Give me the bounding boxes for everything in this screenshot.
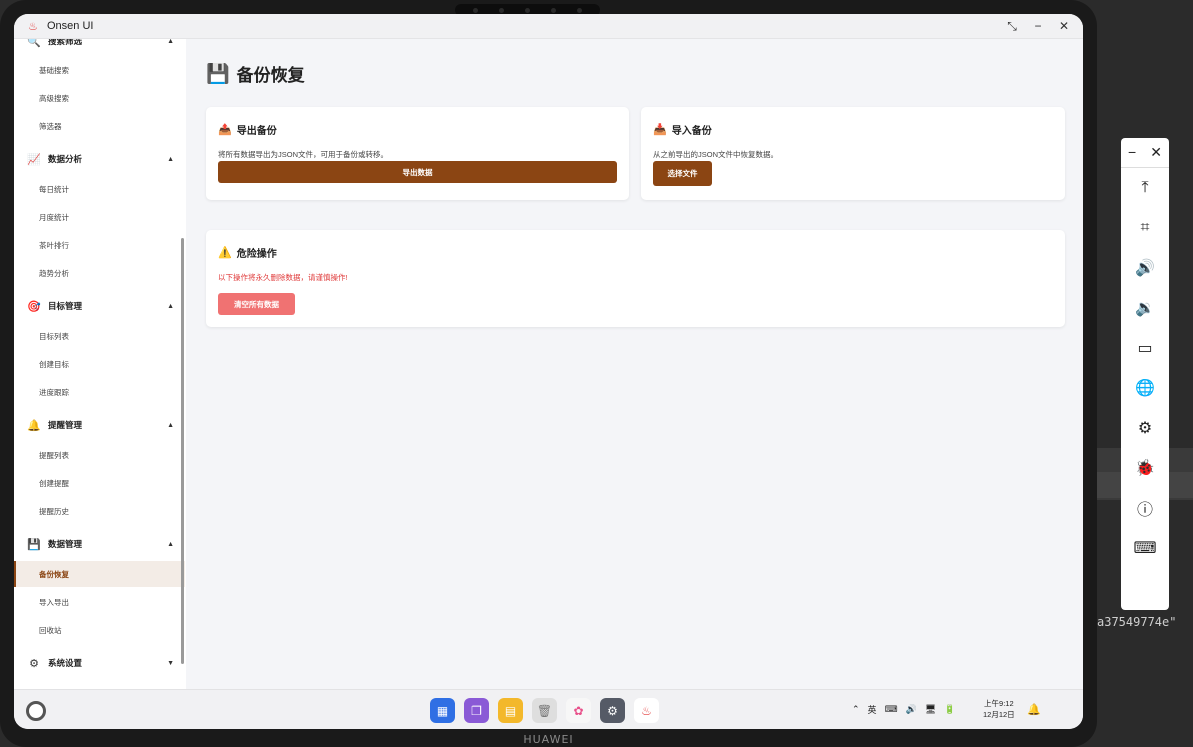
multi-window-icon[interactable]: ❐ [464,698,489,723]
onsen-app-icon[interactable]: ♨ [634,698,659,723]
clear-all-data-button[interactable]: 清空所有数据 [218,293,295,315]
scroll-top-icon[interactable]: ⤒ [1121,168,1169,208]
chevron-up-icon: ▲ [167,540,174,548]
export-data-button[interactable]: 导出数据 [218,161,617,183]
danger-card-title: 危险操作 [236,249,277,260]
battery-icon[interactable]: ▭ [1121,328,1169,368]
info-icon[interactable]: ⓘ [1121,488,1169,528]
warning-icon: ⚠️ [218,247,232,259]
title-bar: ♨ Onsen UI ⤡ − ✕ [14,14,1083,39]
sidebar-item-monthly-stats[interactable]: 月度统计 [14,204,185,230]
settings-icon[interactable]: ⚙ [1121,408,1169,448]
minimize-button[interactable]: − [1025,19,1051,34]
sidebar-item-reminder-history[interactable]: 提醒历史 [14,498,185,524]
outbox-tray-icon: 📤 [218,124,232,136]
app-grid-icon[interactable]: ▦ [430,698,455,723]
system-tray: ⌃ 英 ⌨ 🔊 🖥 🔋 [852,703,955,716]
clock[interactable]: 上午9:12 12月12日 [983,698,1015,720]
sidebar-item-backup-restore[interactable]: 备份恢复 [14,561,185,587]
sidebar-group-reminders[interactable]: 🔔 提醒管理 ▲ [14,415,186,435]
taskbar: ▦ ❐ ▤ 🗑 ✿ ⚙ ♨ ⌃ 英 ⌨ 🔊 🖥 🔋 上午9:12 12月12日 … [14,689,1083,729]
import-card-title: 导入备份 [671,126,712,137]
sidebar-group-system-settings[interactable]: ⚙ 系统设置 ▼ [14,653,186,673]
device-frame: HUAWEI ♨ Onsen UI ⤡ − ✕ 🔍 搜索筛选 ▲ 基础搜索 高级… [0,0,1097,747]
background-code-text: a37549774e" [1097,615,1177,629]
device-brand: HUAWEI [523,733,574,746]
chevron-up-icon: ▲ [167,302,174,310]
sidebar-item-reminder-list[interactable]: 提醒列表 [14,442,185,468]
battery-icon[interactable]: 🔋 [944,704,955,715]
export-card-title: 导出备份 [236,126,277,137]
toolbar-close-button[interactable]: ✕ [1150,144,1162,167]
notification-bell-icon[interactable]: 🔔 [1027,703,1041,716]
bell-icon: 🔔 [27,419,41,432]
export-backup-card: 📤 导出备份 将所有数据导出为JSON文件，可用于备份或转移。 导出数据 [206,107,629,200]
sidebar: 🔍 搜索筛选 ▲ 基础搜索 高级搜索 筛选器 📈 数据分析 ▲ 每日统计 月度统… [14,39,186,689]
import-backup-card: 📥 导入备份 从之前导出的JSON文件中恢复数据。 选择文件 [641,107,1065,200]
sidebar-item-recycle-bin[interactable]: 回收站 [14,617,185,643]
floppy-disk-icon: 💾 [27,538,41,551]
page-title: 💾 备份恢复 [206,63,305,86]
volume-icon[interactable]: 🔊 [906,704,917,715]
notes-icon[interactable]: ▤ [498,698,523,723]
sidebar-item-filter[interactable]: 筛选器 [14,113,185,139]
sidebar-item-progress-tracking[interactable]: 进度跟踪 [14,379,185,405]
chevron-down-icon: ▼ [167,659,174,667]
app-logo-icon: ♨ [28,20,38,33]
display-icon[interactable]: 🖥 [925,704,936,715]
start-button[interactable] [26,701,46,721]
clock-date: 12月12日 [983,710,1015,719]
chevron-up-icon: ▲ [167,155,174,163]
crop-icon[interactable]: ⌗ [1121,208,1169,248]
screen: ♨ Onsen UI ⤡ − ✕ 🔍 搜索筛选 ▲ 基础搜索 高级搜索 筛选器 … [14,14,1083,729]
main-content: 💾 备份恢复 📤 导出备份 将所有数据导出为JSON文件，可用于备份或转移。 导… [186,39,1083,689]
floating-toolbar: − ✕ ⤒ ⌗ 🔊 🔉 ▭ 🌐 ⚙ 🐞 ⓘ ⌨ [1121,138,1169,610]
target-icon: 🎯 [27,300,41,313]
input-method-icon[interactable]: 英 [868,703,877,716]
photos-icon[interactable]: ✿ [566,698,591,723]
danger-warning-text: 以下操作将永久删除数据，请谨慎操作! [218,273,348,282]
globe-icon[interactable]: 🌐 [1121,368,1169,408]
sidebar-item-basic-search[interactable]: 基础搜索 [14,57,185,83]
inbox-tray-icon: 📥 [653,124,667,136]
bug-icon[interactable]: 🐞 [1121,448,1169,488]
restore-button[interactable]: ⤡ [999,19,1025,34]
dock: ▦ ❐ ▤ 🗑 ✿ ⚙ ♨ [430,698,659,723]
trash-icon[interactable]: 🗑 [532,698,557,723]
sidebar-group-goals[interactable]: 🎯 目标管理 ▲ [14,296,186,316]
sidebar-item-import-export[interactable]: 导入导出 [14,589,185,615]
export-card-description: 将所有数据导出为JSON文件，可用于备份或转移。 [218,150,389,159]
app-title: Onsen UI [47,20,94,32]
chevron-up-icon: ▲ [167,421,174,429]
volume-up-icon[interactable]: 🔊 [1121,248,1169,288]
keyboard-icon[interactable]: ⌨ [1121,528,1169,568]
clock-time: 上午9:12 [984,699,1014,708]
floppy-disk-icon: 💾 [206,63,230,85]
volume-down-icon[interactable]: 🔉 [1121,288,1169,328]
gear-icon: ⚙ [29,657,39,670]
keyboard-icon[interactable]: ⌨ [885,704,898,715]
choose-file-button[interactable]: 选择文件 [653,161,712,186]
sidebar-item-trend-analysis[interactable]: 趋势分析 [14,260,185,286]
sidebar-item-goal-list[interactable]: 目标列表 [14,323,185,349]
chart-icon: 📈 [27,153,41,166]
sidebar-scrollbar[interactable] [181,238,184,664]
danger-zone-card: ⚠️ 危险操作 以下操作将永久删除数据，请谨慎操作! 清空所有数据 [206,230,1065,327]
sidebar-group-search[interactable]: 🔍 搜索筛选 ▲ [14,39,186,51]
settings-icon[interactable]: ⚙ [600,698,625,723]
sidebar-item-advanced-search[interactable]: 高级搜索 [14,85,185,111]
import-card-description: 从之前导出的JSON文件中恢复数据。 [653,150,779,159]
sidebar-group-analytics[interactable]: 📈 数据分析 ▲ [14,149,186,169]
sidebar-group-data-management[interactable]: 💾 数据管理 ▲ [14,534,186,554]
search-icon: 🔍 [27,39,41,48]
sidebar-item-daily-stats[interactable]: 每日统计 [14,176,185,202]
toolbar-minimize-button[interactable]: − [1128,144,1136,167]
chevron-up-icon[interactable]: ⌃ [852,704,860,715]
sidebar-item-create-goal[interactable]: 创建目标 [14,351,185,377]
sidebar-item-create-reminder[interactable]: 创建提醒 [14,470,185,496]
chevron-up-icon: ▲ [167,39,174,45]
sidebar-item-tea-ranking[interactable]: 茶叶排行 [14,232,185,258]
close-button[interactable]: ✕ [1051,19,1077,34]
